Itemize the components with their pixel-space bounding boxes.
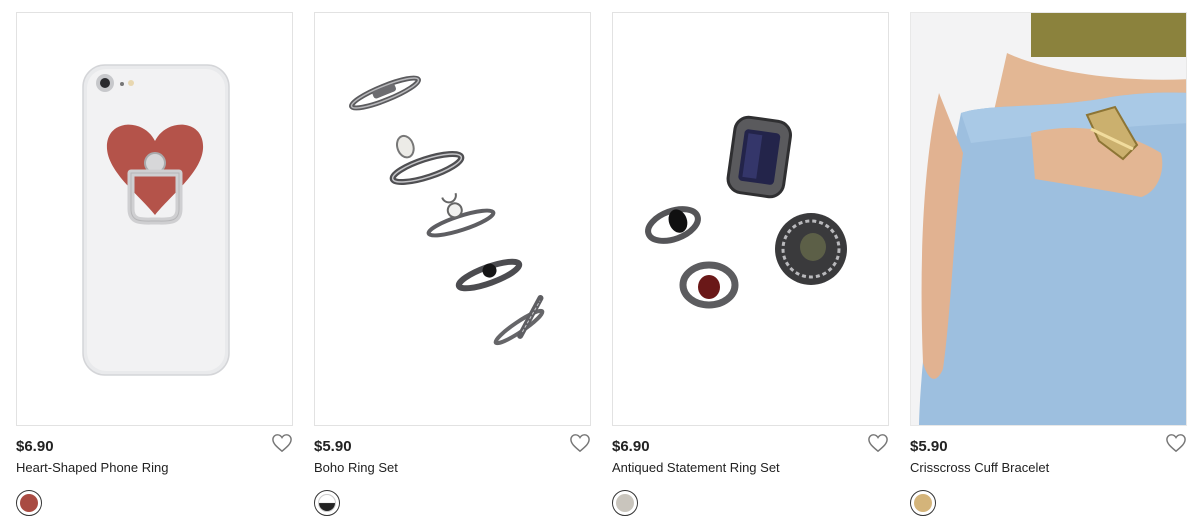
product-price: $6.90 bbox=[612, 438, 650, 455]
color-swatch[interactable] bbox=[314, 490, 340, 516]
product-name[interactable]: Antiqued Statement Ring Set bbox=[612, 459, 889, 476]
swatch-fill bbox=[318, 494, 336, 512]
color-swatch[interactable] bbox=[612, 490, 638, 516]
product-name[interactable]: Heart-Shaped Phone Ring bbox=[16, 459, 293, 476]
swatch-fill bbox=[20, 494, 38, 512]
product-price: $5.90 bbox=[314, 438, 352, 455]
product-price: $6.90 bbox=[16, 438, 54, 455]
product-price: $5.90 bbox=[910, 438, 948, 455]
product-card[interactable]: $6.90 Antiqued Statement Ring Set bbox=[612, 12, 889, 516]
product-name[interactable]: Boho Ring Set bbox=[314, 459, 591, 476]
heart-outline-icon[interactable] bbox=[1165, 433, 1187, 453]
product-image[interactable] bbox=[16, 12, 293, 426]
swatch-fill bbox=[914, 494, 932, 512]
product-card[interactable]: $6.90 Heart-Shaped Phone Ring bbox=[16, 12, 293, 516]
product-name[interactable]: Crisscross Cuff Bracelet bbox=[910, 459, 1187, 476]
product-image[interactable] bbox=[314, 12, 591, 426]
product-image[interactable] bbox=[612, 12, 889, 426]
product-card[interactable]: $5.90 Crisscross Cuff Bracelet bbox=[910, 12, 1187, 516]
swatch-fill bbox=[616, 494, 634, 512]
product-card[interactable]: $5.90 Boho Ring Set bbox=[314, 12, 591, 516]
heart-outline-icon[interactable] bbox=[867, 433, 889, 453]
color-swatch[interactable] bbox=[910, 490, 936, 516]
heart-outline-icon[interactable] bbox=[569, 433, 591, 453]
color-swatch[interactable] bbox=[16, 490, 42, 516]
product-image[interactable] bbox=[910, 12, 1187, 426]
product-grid: $6.90 Heart-Shaped Phone Ring $5.90 Boho… bbox=[16, 12, 1187, 516]
heart-outline-icon[interactable] bbox=[271, 433, 293, 453]
